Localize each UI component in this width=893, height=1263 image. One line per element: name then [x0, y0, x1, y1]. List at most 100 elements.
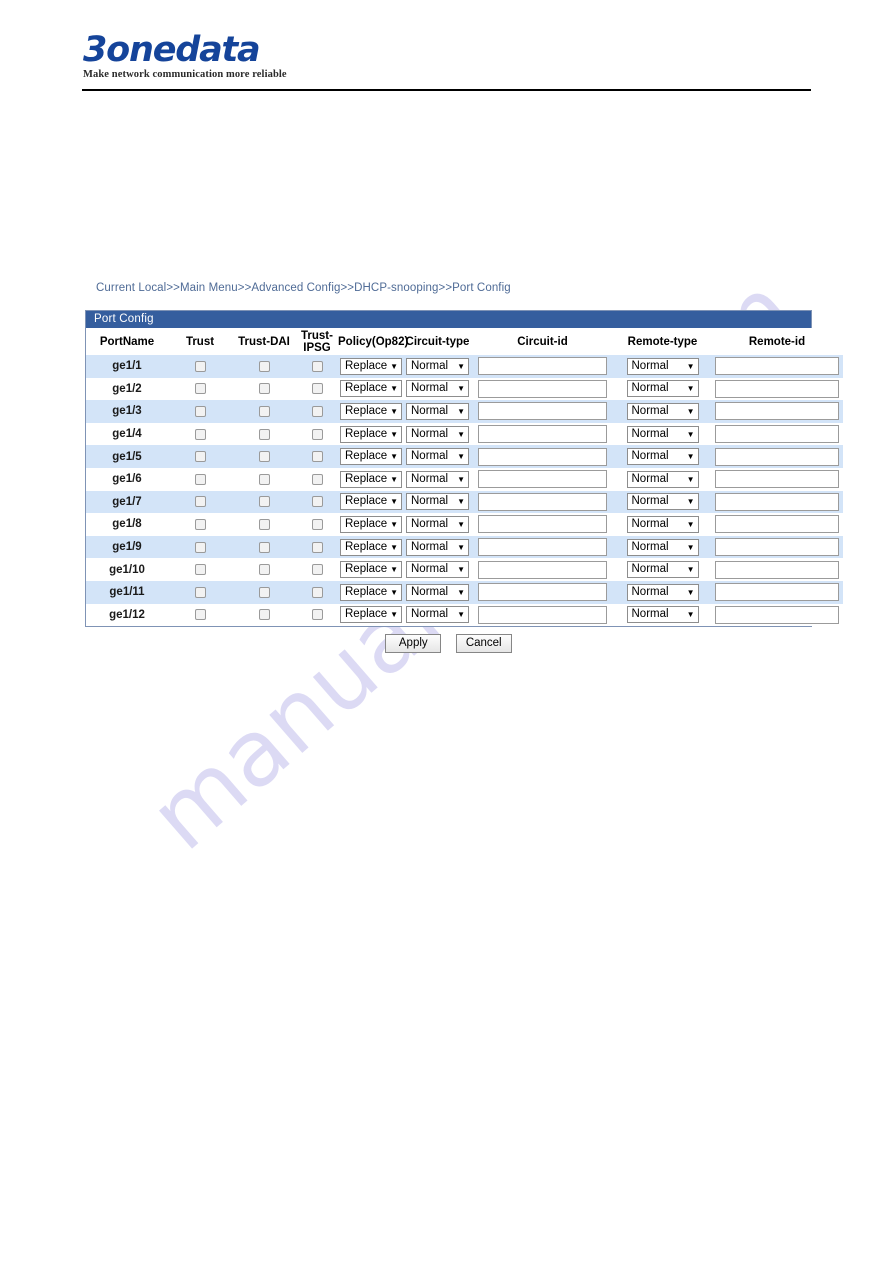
remote-id-input[interactable] — [715, 470, 839, 489]
trust-dai-checkbox[interactable] — [258, 428, 270, 440]
trust-dai-checkbox[interactable] — [258, 473, 270, 485]
trust-ipsg-checkbox[interactable] — [311, 451, 323, 463]
trust-checkbox[interactable] — [194, 496, 206, 508]
remote-id-input[interactable] — [715, 583, 839, 602]
policy-select[interactable]: Replace ▼ — [340, 493, 402, 511]
trust-checkbox[interactable] — [194, 405, 206, 417]
remote-type-select[interactable]: Normal ▼ — [626, 470, 699, 488]
remote-type-select[interactable]: Normal ▼ — [626, 561, 699, 579]
apply-button[interactable]: Apply — [385, 634, 442, 653]
remote-id-input[interactable] — [715, 515, 839, 534]
remote-type-select[interactable]: Normal ▼ — [626, 583, 699, 601]
table-row: ge1/10 Replace ▼ Normal ▼ Normal ▼ — [86, 558, 843, 581]
cancel-button[interactable]: Cancel — [455, 634, 512, 653]
trust-checkbox[interactable] — [194, 541, 206, 553]
remote-type-select[interactable]: Normal ▼ — [626, 448, 699, 466]
policy-select[interactable]: Replace ▼ — [340, 470, 402, 488]
trust-dai-checkbox[interactable] — [258, 609, 270, 621]
policy-select[interactable]: Replace ▼ — [340, 425, 402, 443]
remote-id-input[interactable] — [715, 560, 839, 579]
circuit-type-select[interactable]: Normal ▼ — [406, 538, 469, 556]
trust-dai-checkbox[interactable] — [258, 586, 270, 598]
policy-select[interactable]: Replace ▼ — [340, 380, 402, 398]
trust-ipsg-checkbox[interactable] — [311, 541, 323, 553]
remote-type-select[interactable]: Normal ▼ — [626, 538, 699, 556]
circuit-type-select[interactable]: Normal ▼ — [406, 583, 469, 601]
remote-type-select[interactable]: Normal ▼ — [626, 493, 699, 511]
policy-select[interactable]: Replace ▼ — [340, 538, 402, 556]
circuit-id-input[interactable] — [478, 402, 607, 421]
remote-id-input[interactable] — [715, 492, 839, 511]
circuit-id-input[interactable] — [478, 357, 607, 376]
trust-dai-checkbox[interactable] — [258, 451, 270, 463]
remote-id-input[interactable] — [715, 357, 839, 376]
circuit-id-input[interactable] — [478, 425, 607, 444]
remote-type-select[interactable]: Normal ▼ — [626, 515, 699, 533]
circuit-type-select[interactable]: Normal ▼ — [406, 357, 469, 375]
trust-checkbox[interactable] — [194, 586, 206, 598]
trust-checkbox[interactable] — [194, 564, 206, 576]
policy-select[interactable]: Replace ▼ — [340, 357, 402, 375]
policy-select[interactable]: Replace ▼ — [340, 583, 402, 601]
trust-ipsg-checkbox[interactable] — [311, 564, 323, 576]
remote-id-input[interactable] — [715, 538, 839, 557]
remote-type-select[interactable]: Normal ▼ — [626, 357, 699, 375]
circuit-id-input[interactable] — [478, 538, 607, 557]
trust-ipsg-checkbox[interactable] — [311, 405, 323, 417]
trust-checkbox[interactable] — [194, 428, 206, 440]
trust-dai-checkbox[interactable] — [258, 541, 270, 553]
circuit-type-select[interactable]: Normal ▼ — [406, 606, 469, 624]
circuit-type-select[interactable]: Normal ▼ — [406, 402, 469, 420]
circuit-id-input[interactable] — [478, 379, 607, 398]
circuit-type-select[interactable]: Normal ▼ — [406, 380, 469, 398]
trust-checkbox[interactable] — [194, 473, 206, 485]
circuit-id-input[interactable] — [478, 583, 607, 602]
trust-checkbox[interactable] — [194, 383, 206, 395]
col-header-circuit-id: Circuit-id — [471, 328, 614, 355]
circuit-id-input[interactable] — [478, 605, 607, 624]
remote-type-select[interactable]: Normal ▼ — [626, 425, 699, 443]
circuit-type-select[interactable]: Normal ▼ — [406, 470, 469, 488]
remote-type-select[interactable]: Normal ▼ — [626, 402, 699, 420]
trust-checkbox[interactable] — [194, 518, 206, 530]
trust-dai-checkbox[interactable] — [258, 405, 270, 417]
trust-ipsg-checkbox[interactable] — [311, 428, 323, 440]
trust-ipsg-checkbox[interactable] — [311, 609, 323, 621]
remote-type-select[interactable]: Normal ▼ — [626, 606, 699, 624]
remote-id-input[interactable] — [715, 425, 839, 444]
trust-ipsg-checkbox[interactable] — [311, 473, 323, 485]
trust-ipsg-checkbox[interactable] — [311, 586, 323, 598]
circuit-id-input[interactable] — [478, 470, 607, 489]
circuit-type-select[interactable]: Normal ▼ — [406, 425, 469, 443]
trust-ipsg-checkbox[interactable] — [311, 518, 323, 530]
circuit-id-input[interactable] — [478, 515, 607, 534]
circuit-type-select[interactable]: Normal ▼ — [406, 448, 469, 466]
trust-ipsg-checkbox[interactable] — [311, 383, 323, 395]
remote-id-input[interactable] — [715, 605, 839, 624]
trust-checkbox[interactable] — [194, 451, 206, 463]
trust-dai-checkbox[interactable] — [258, 360, 270, 372]
policy-select[interactable]: Replace ▼ — [340, 515, 402, 533]
remote-id-input[interactable] — [715, 447, 839, 466]
remote-type-select[interactable]: Normal ▼ — [626, 380, 699, 398]
trust-ipsg-checkbox[interactable] — [311, 360, 323, 372]
trust-dai-checkbox[interactable] — [258, 518, 270, 530]
policy-select[interactable]: Replace ▼ — [340, 606, 402, 624]
circuit-type-select[interactable]: Normal ▼ — [406, 561, 469, 579]
circuit-id-input[interactable] — [478, 560, 607, 579]
trust-ipsg-checkbox[interactable] — [311, 496, 323, 508]
policy-select[interactable]: Replace ▼ — [340, 561, 402, 579]
trust-checkbox[interactable] — [194, 360, 206, 372]
circuit-id-input[interactable] — [478, 447, 607, 466]
remote-id-input[interactable] — [715, 402, 839, 421]
trust-dai-checkbox[interactable] — [258, 383, 270, 395]
trust-dai-checkbox[interactable] — [258, 564, 270, 576]
trust-dai-checkbox[interactable] — [258, 496, 270, 508]
remote-id-input[interactable] — [715, 379, 839, 398]
trust-checkbox[interactable] — [194, 609, 206, 621]
circuit-type-select[interactable]: Normal ▼ — [406, 493, 469, 511]
policy-select[interactable]: Replace ▼ — [340, 402, 402, 420]
circuit-type-select[interactable]: Normal ▼ — [406, 515, 469, 533]
circuit-id-input[interactable] — [478, 492, 607, 511]
policy-select[interactable]: Replace ▼ — [340, 448, 402, 466]
